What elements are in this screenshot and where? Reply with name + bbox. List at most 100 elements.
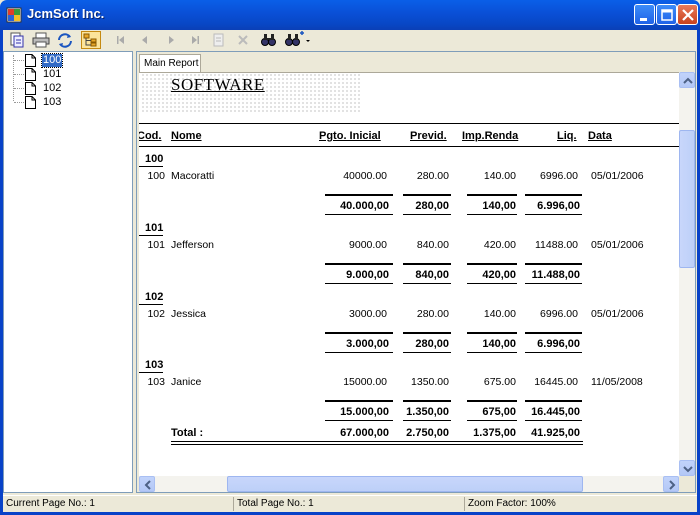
first-page-button[interactable] <box>111 31 131 49</box>
tree-item-102[interactable]: 102 <box>4 82 132 96</box>
subtotal-rule <box>403 263 451 265</box>
subtotal-pgto: 9.000,00 <box>346 269 389 281</box>
print-icon <box>32 32 50 48</box>
scroll-up-button[interactable] <box>679 72 695 88</box>
cell-cod: 102 <box>147 308 165 320</box>
tree-connector <box>14 74 24 75</box>
tree-item-100[interactable]: 100 <box>4 53 132 68</box>
scroll-right-button[interactable] <box>663 476 679 492</box>
tab-main-report[interactable]: Main Report <box>139 54 201 72</box>
maximize-icon <box>661 9 673 21</box>
subtotal-underline <box>403 420 451 421</box>
subtotal-imp: 140,00 <box>482 338 516 350</box>
report-page: SOFTWARE Cod. Nome Pgto. Inicial Previd.… <box>139 72 679 476</box>
horizontal-scroll-thumb[interactable] <box>227 476 583 492</box>
next-page-button[interactable] <box>161 31 181 49</box>
cell-imp: 675.00 <box>483 376 516 388</box>
tree-connector <box>14 60 24 61</box>
subtotal-underline <box>467 214 517 215</box>
export-button[interactable] <box>7 31 27 49</box>
minimize-button[interactable] <box>634 4 655 25</box>
subtotal-underline <box>325 352 393 353</box>
export-icon <box>10 32 24 48</box>
subtotal-previd: 840,00 <box>415 269 449 281</box>
stop-button[interactable] <box>233 31 253 49</box>
tree-item-101[interactable]: 101 <box>4 68 132 82</box>
search-button[interactable] <box>259 31 279 49</box>
last-page-icon <box>192 36 199 44</box>
tree-item-label: 103 <box>43 96 62 108</box>
total-double-rule <box>171 441 583 442</box>
goto-page-button[interactable] <box>209 31 229 49</box>
scroll-up-icon <box>683 77 693 84</box>
scroll-left-button[interactable] <box>139 476 155 492</box>
report-viewer: Main Report SOFTWARE Cod. Nome Pgto. Ini… <box>136 51 696 493</box>
total-pgto: 67.000,00 <box>340 427 389 439</box>
subtotal-underline <box>525 283 582 284</box>
last-page-button[interactable] <box>185 31 205 49</box>
group-header: 102 <box>145 291 164 303</box>
subtotal-imp: 140,00 <box>482 200 516 212</box>
goto-page-icon <box>213 33 224 47</box>
subtotal-rule <box>525 332 582 334</box>
subtotal-underline <box>325 420 393 421</box>
tree-connector <box>14 102 24 103</box>
zoom-dropdown[interactable] <box>283 31 313 49</box>
vertical-scroll-thumb[interactable] <box>679 130 695 268</box>
group-underline <box>139 372 163 373</box>
subtotal-rule <box>325 332 393 334</box>
cell-nome: Jefferson <box>171 239 214 251</box>
subtotal-rule <box>525 194 582 196</box>
group-header: 103 <box>145 359 164 371</box>
tree-connector <box>14 88 24 89</box>
subtotal-underline <box>403 283 451 284</box>
refresh-icon <box>58 33 72 48</box>
group-underline <box>139 166 163 167</box>
horizontal-scrollbar[interactable] <box>139 476 679 492</box>
column-header-cod: Cod. <box>139 130 162 142</box>
cell-pgto: 9000.00 <box>349 239 387 251</box>
column-header-liq: Liq. <box>557 130 577 142</box>
maximize-button[interactable] <box>656 4 677 25</box>
cell-imp: 420.00 <box>483 239 516 251</box>
subtotal-previd: 280,00 <box>415 338 449 350</box>
scroll-down-button[interactable] <box>679 460 695 476</box>
subtotal-underline <box>403 352 451 353</box>
cell-liq: 16445.00 <box>534 376 578 388</box>
cell-pgto: 15000.00 <box>343 376 387 388</box>
refresh-button[interactable] <box>55 31 75 49</box>
column-header-data: Data <box>588 130 612 142</box>
close-button[interactable] <box>677 4 698 25</box>
status-separator <box>464 497 465 511</box>
subtotal-rule <box>467 332 517 334</box>
tree-item-103[interactable]: 103 <box>4 96 132 110</box>
group-tree-toggle[interactable] <box>81 31 101 49</box>
minimize-icon <box>640 18 647 21</box>
current-page-status: Current Page No.: 1 <box>6 498 95 509</box>
tree-item-label: 100 <box>40 53 64 68</box>
subtotal-previd: 1.350,00 <box>406 406 449 418</box>
document-icon <box>25 54 36 67</box>
cell-previd: 1350.00 <box>411 376 449 388</box>
subtotal-underline <box>403 214 451 215</box>
total-double-rule <box>171 444 583 445</box>
subtotal-underline <box>467 283 517 284</box>
subtotal-pgto: 15.000,00 <box>340 406 389 418</box>
prev-page-icon <box>142 36 147 44</box>
total-label: Total : <box>171 427 204 439</box>
zoom-icon <box>285 31 310 46</box>
prev-page-button[interactable] <box>135 31 155 49</box>
subtotal-rule <box>403 332 451 334</box>
subtotal-underline <box>525 352 582 353</box>
subtotal-rule <box>467 400 517 402</box>
subtotal-liq: 6.996,00 <box>537 338 580 350</box>
print-button[interactable] <box>31 31 51 49</box>
vertical-scrollbar[interactable] <box>679 72 695 476</box>
cell-cod: 100 <box>147 170 165 182</box>
next-page-icon <box>169 36 174 44</box>
subtotal-underline <box>325 214 393 215</box>
cell-nome: Macoratti <box>171 170 215 182</box>
document-icon <box>25 96 36 109</box>
close-icon <box>682 9 694 21</box>
subtotal-pgto: 40.000,00 <box>340 200 389 212</box>
